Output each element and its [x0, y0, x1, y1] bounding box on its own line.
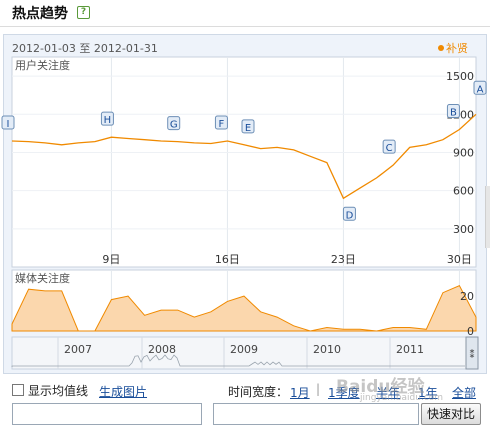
- media-y-tick-label: 0: [467, 325, 474, 338]
- range-all[interactable]: 全部: [452, 384, 476, 401]
- quick-compare-button[interactable]: 快速对比: [421, 403, 481, 425]
- media-y-tick-label: 20: [460, 290, 474, 303]
- show-average-checkbox[interactable]: [12, 384, 24, 396]
- range-1-month[interactable]: 1月: [290, 384, 310, 401]
- x-tick-label: 16日: [215, 253, 240, 266]
- user-y-tick-label: 1500: [446, 70, 474, 83]
- overview-year-label: 2010: [313, 343, 341, 356]
- keyword-input-2[interactable]: [213, 403, 419, 425]
- overview-year-label: 2011: [396, 343, 424, 356]
- event-marker-label: H: [104, 115, 112, 126]
- watermark-url: jingyan.baidu.com: [360, 393, 444, 403]
- x-tick-label: 23日: [331, 253, 356, 266]
- event-marker-label: G: [170, 120, 178, 131]
- user-plot-area: [11, 56, 477, 268]
- trend-chart[interactable]: 9日 16日 23日 30日15001200900600300用户关注度I H G F EDC…: [0, 0, 490, 434]
- user-chart-label: 用户关注度: [15, 58, 70, 72]
- user-y-tick-label: 300: [453, 223, 474, 236]
- x-tick-label: 30日: [447, 253, 472, 266]
- x-tick-label: 9日: [102, 253, 120, 266]
- event-marker-label: I: [7, 119, 10, 130]
- expand-panel-handle[interactable]: [485, 186, 490, 248]
- event-marker-label: E: [245, 123, 251, 134]
- range-separator: |: [316, 382, 321, 396]
- user-y-tick-label: 900: [453, 146, 474, 159]
- overview-year-label: 2009: [230, 343, 258, 356]
- overview-year-label: 2007: [64, 343, 92, 356]
- event-marker-label: C: [386, 143, 393, 154]
- event-marker-label: F: [219, 119, 225, 130]
- keyword-input-1[interactable]: [12, 403, 202, 425]
- overview-year-label: 2008: [148, 343, 176, 356]
- event-marker-label: D: [346, 210, 354, 221]
- user-y-tick-label: 600: [453, 185, 474, 198]
- event-marker-label: A: [477, 84, 484, 95]
- event-marker-label: B: [450, 108, 457, 119]
- media-chart-label: 媒体关注度: [15, 271, 70, 285]
- show-average-label: 显示均值线: [28, 384, 89, 398]
- generate-image-link[interactable]: 生成图片: [99, 383, 147, 400]
- time-width-label: 时间宽度：: [228, 385, 289, 399]
- handle-grip-icon: ⁑: [470, 348, 475, 361]
